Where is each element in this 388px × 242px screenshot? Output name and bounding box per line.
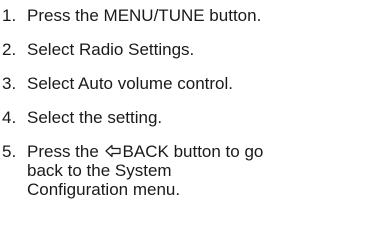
back-arrow-icon: [104, 144, 121, 158]
step-number: 1.: [2, 6, 17, 25]
step-text-line2: back to the System: [27, 161, 172, 180]
step-text-lead: Press the: [27, 142, 104, 161]
step-text: Select Auto volume control.: [27, 74, 234, 93]
step-number: 3.: [2, 74, 17, 93]
step-text: Select the setting.: [27, 108, 163, 127]
step-number: 2.: [2, 40, 17, 59]
step-text: Press the MENU/TUNE button.: [27, 6, 262, 25]
step-number: 4.: [2, 108, 17, 127]
step-text-line1: BACK button to go: [122, 142, 264, 161]
step-number: 5.: [2, 142, 17, 161]
step-text: Select Radio Settings.: [27, 40, 195, 59]
step-text-line3: Configuration menu.: [27, 180, 181, 199]
step-text: Press the BACK button to go back to the S…: [27, 142, 383, 199]
